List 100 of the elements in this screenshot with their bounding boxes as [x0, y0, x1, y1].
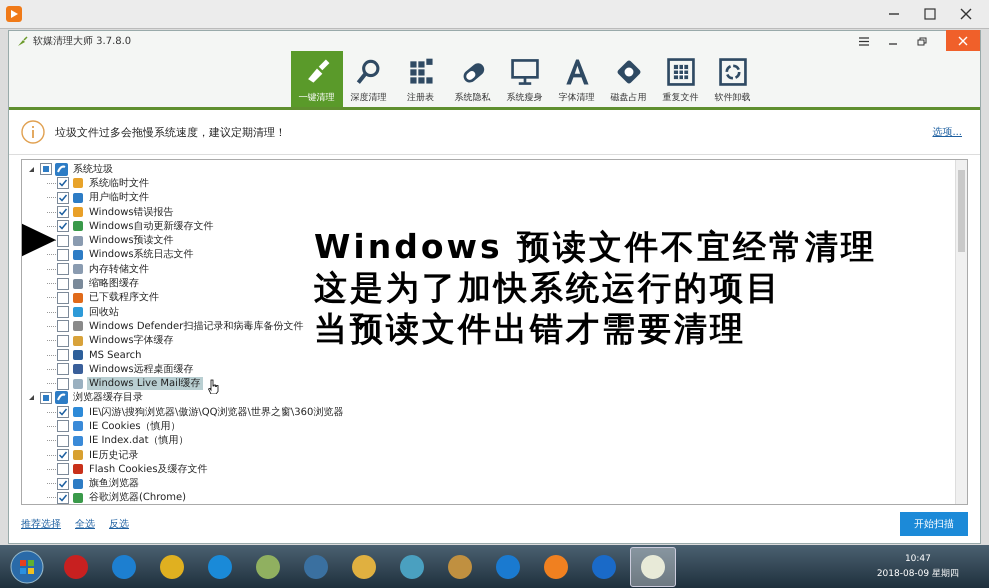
checkbox[interactable] [57, 220, 69, 232]
file-type-icon [72, 278, 84, 290]
file-type-icon [72, 434, 84, 447]
tree-item[interactable]: 旗鱼浏览器 [87, 477, 141, 490]
scrollbar[interactable] [955, 160, 967, 504]
checkbox[interactable] [57, 349, 69, 361]
tree-item[interactable]: IE\闪游\搜狗浏览器\傲游\QQ浏览器\世界之窗\360浏览器 [87, 406, 346, 419]
selection-link[interactable]: 全选 [75, 517, 95, 531]
file-type-icon [72, 320, 84, 332]
app-icon [63, 554, 89, 580]
tree-item[interactable]: Windows自动更新缓存文件 [87, 220, 216, 233]
tree-item[interactable]: Windows远程桌面缓存 [87, 362, 196, 376]
checkbox[interactable] [57, 306, 69, 318]
tree-item[interactable]: MS Search [87, 348, 144, 362]
checkbox[interactable] [57, 320, 69, 332]
file-type-icon [72, 492, 84, 504]
checkbox[interactable] [57, 434, 69, 447]
options-link[interactable]: 选项... [932, 125, 962, 139]
file-type-icon [72, 449, 84, 462]
file-type-icon [72, 206, 84, 218]
checkbox[interactable] [57, 334, 69, 347]
file-type-icon [72, 420, 84, 432]
checkbox[interactable] [57, 177, 69, 190]
scan-button[interactable]: 开始扫描 [900, 512, 968, 536]
app-icon [447, 554, 473, 580]
expander-icon[interactable] [28, 166, 35, 173]
tree-item[interactable]: 用户临时文件 [87, 191, 151, 204]
toolbar-tab[interactable]: 重复文件 [654, 51, 706, 107]
checkbox[interactable] [57, 206, 69, 218]
taskbar-app[interactable] [630, 546, 676, 586]
checkbox[interactable] [40, 163, 52, 176]
checkbox[interactable] [57, 292, 69, 304]
checkbox[interactable] [57, 478, 69, 490]
hand-cursor-icon [208, 379, 219, 394]
tree-item[interactable]: Windows系统日志文件 [87, 248, 196, 262]
tree-item[interactable]: Windows错误报告 [87, 206, 176, 219]
close-icon[interactable] [959, 7, 973, 21]
tree-item-label: 浏览器缓存目录 [72, 391, 144, 404]
file-type-icon [72, 334, 84, 347]
app-icon [159, 554, 185, 580]
toolbar-tab[interactable]: 系统瘦身 [498, 51, 550, 107]
tree-item-label: 系统垃圾 [72, 162, 114, 176]
info-icon [21, 120, 45, 144]
scrollbar-thumb[interactable] [958, 170, 965, 252]
tree-item[interactable]: Flash Cookies及缓存文件 [87, 462, 210, 476]
maximize-icon[interactable] [923, 7, 937, 21]
app-icon [495, 554, 521, 580]
start-orb-icon[interactable] [10, 550, 44, 584]
app-icon [543, 554, 569, 580]
checkbox[interactable] [57, 420, 69, 432]
tree-item[interactable]: 谷歌浏览器(Chrome) [87, 491, 188, 504]
file-type-icon [72, 406, 84, 418]
expander-icon[interactable] [28, 394, 35, 402]
tree-item[interactable]: 已下载程序文件 [87, 291, 161, 304]
checkbox[interactable] [57, 234, 69, 247]
tree-item[interactable]: Windows字体缓存 [87, 334, 176, 348]
selection-link[interactable]: 推荐选择 [21, 517, 61, 531]
toolbar-tab[interactable]: 磁盘占用 [602, 51, 654, 107]
selection-link[interactable]: 反选 [109, 517, 129, 531]
clock-date: 2018-08-09 星期四 [876, 568, 959, 580]
close-button[interactable] [946, 30, 980, 52]
app-icon [640, 554, 666, 580]
tree-item[interactable]: Windows Live Mail缓存 [87, 377, 203, 390]
clock-time: 10:47 [904, 554, 931, 564]
tree-item[interactable]: 缩略图缓存 [87, 277, 141, 290]
file-type-icon [72, 234, 84, 247]
checkbox[interactable] [40, 392, 52, 404]
checkbox[interactable] [57, 406, 69, 418]
checkbox[interactable] [57, 378, 69, 390]
checkbox[interactable] [57, 449, 69, 462]
app-title: 软媒清理大师 3.7.8.0 [33, 34, 132, 48]
tree-item[interactable]: IE历史记录 [87, 448, 140, 462]
checkbox[interactable] [57, 192, 69, 204]
tree-item[interactable]: Windows预读文件 [87, 234, 176, 248]
tree-item[interactable]: IE Cookies（慎用） [87, 420, 183, 433]
checkbox[interactable] [57, 278, 69, 290]
restore-icon[interactable] [917, 36, 927, 46]
category-icon [55, 162, 68, 176]
tree-item[interactable]: 内存转储文件 [87, 262, 151, 276]
annotation-text: Windows 预读文件不宜经常清理 [314, 226, 878, 267]
checkbox[interactable] [57, 463, 69, 476]
monitor-icon [508, 56, 540, 88]
tree-item[interactable]: 系统临时文件 [87, 176, 151, 190]
file-type-icon [72, 248, 84, 261]
menu-icon[interactable] [859, 36, 869, 46]
tree-item[interactable]: Windows Defender扫描记录和病毒库备份文件 [87, 320, 306, 333]
toolbar-tab[interactable]: 系统隐私 [446, 51, 498, 107]
tree-item[interactable]: 回收站 [87, 306, 121, 319]
grid-icon [664, 56, 696, 88]
checkbox[interactable] [57, 248, 69, 261]
toolbar-tab[interactable]: 字体清理 [550, 51, 602, 107]
file-type-icon [72, 349, 84, 361]
tree-item[interactable]: IE Index.dat（慎用） [87, 434, 191, 448]
checkbox[interactable] [57, 263, 69, 276]
checkbox[interactable] [57, 492, 69, 504]
toolbar-tab[interactable]: 注册表 [394, 51, 446, 107]
file-type-icon [72, 478, 84, 490]
checkbox[interactable] [57, 363, 69, 376]
toolbar-tab[interactable]: 软件卸载 [706, 51, 758, 107]
toolbar-tab[interactable]: 深度清理 [342, 51, 394, 107]
